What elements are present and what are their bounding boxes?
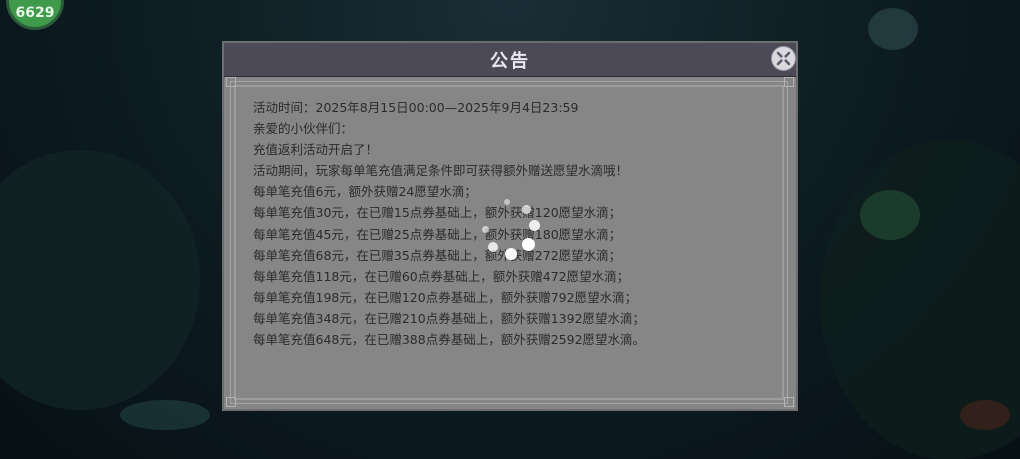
close-button[interactable]	[771, 46, 796, 71]
close-x-icon	[776, 51, 791, 66]
announcement-body: 活动时间：2025年8月15日00:00—2025年9月4日23:59 亲爱的小…	[253, 97, 773, 350]
announcement-line: 亲爱的小伙伴们：	[253, 121, 354, 137]
badge-value: 6629	[15, 5, 55, 21]
dialog-title: 公告	[490, 51, 530, 72]
announcement-line: 充值返利活动开启了！	[253, 142, 379, 158]
frame-corner-br	[784, 397, 794, 407]
frame-corner-bl	[226, 397, 236, 407]
announcement-line: 每单笔充值6元，额外获赠24愿望水滴；	[253, 184, 477, 200]
announcement-line: 每单笔充值348元，在已赠210点券基础上，额外获赠1392愿望水滴；	[253, 310, 646, 326]
frame-corner-tr	[784, 77, 794, 87]
frame-corner-tl	[226, 77, 236, 87]
announcement-line: 活动时间：2025年8月15日00:00—2025年9月4日23:59	[253, 100, 579, 115]
announcement-line: 活动期间，玩家每单笔充值满足条件即可获得额外赠送愿望水滴哦！	[253, 163, 629, 179]
announcement-line: 每单笔充值45元，在已赠25点券基础上，额外获赠180愿望水滴；	[253, 226, 622, 242]
dialog-header: 公告	[224, 43, 796, 77]
announcement-line: 每单笔充值198元，在已赠120点券基础上，额外获赠792愿望水滴；	[253, 289, 638, 305]
announcement-line: 每单笔充值118元，在已赠60点券基础上，额外获赠472愿望水滴；	[253, 268, 630, 284]
announcement-line: 每单笔充值30元，在已赠15点券基础上，额外获赠120愿望水滴；	[253, 205, 622, 221]
announcement-dialog: 公告 活动时间：2025年8月15日00:00—2025年9月4日23:59 亲…	[222, 41, 798, 411]
announcement-line: 每单笔充值648元，在已赠388点券基础上，额外获赠2592愿望水滴。	[253, 332, 646, 348]
announcement-line: 每单笔充值68元，在已赠35点券基础上，额外获赠272愿望水滴；	[253, 247, 622, 263]
